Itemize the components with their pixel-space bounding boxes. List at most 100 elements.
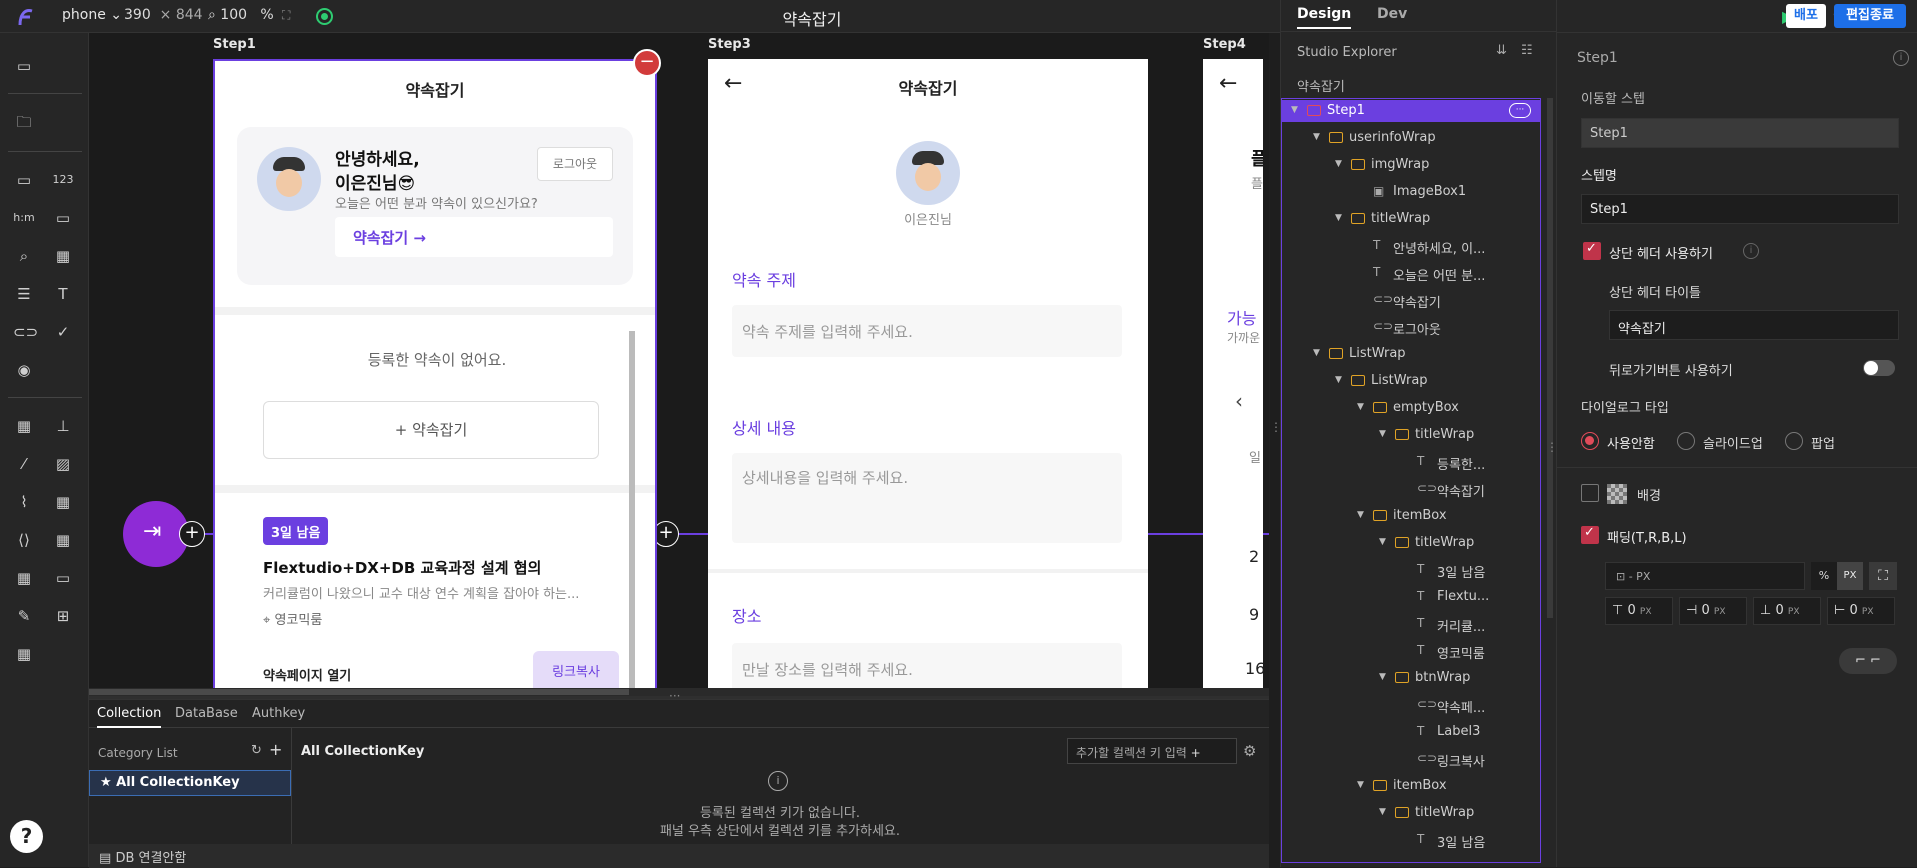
tree-item-text[interactable]: T Label3 (1281, 721, 1541, 743)
scrollbar[interactable] (629, 331, 635, 696)
background-checkbox[interactable] (1581, 484, 1599, 502)
number-icon[interactable]: 123 (52, 169, 74, 191)
more-options-icon[interactable]: ··· (1509, 103, 1531, 118)
collection-key-input[interactable]: 추가할 컬렉션 키 입력 + (1067, 738, 1237, 764)
paint-format-icon[interactable]: ⌐ ⌐ (1839, 648, 1897, 674)
remove-step-button[interactable]: − (633, 49, 661, 77)
chevron-down-icon[interactable]: ▼ (1379, 429, 1386, 439)
header-title-input[interactable]: 약속잡기 (1609, 310, 1899, 340)
padding-all-input[interactable]: ⊡ - PX (1605, 562, 1805, 590)
chevron-down-icon[interactable]: ▼ (1357, 402, 1364, 412)
chevron-down-icon[interactable]: ▼ (1335, 375, 1342, 385)
input-icon[interactable]: ▭ (13, 169, 35, 191)
tab-database[interactable]: DataBase (175, 706, 238, 721)
chevron-down-icon[interactable]: ▼ (1357, 780, 1364, 790)
topic-input[interactable]: 약속 주제를 입력해 주세요. (732, 305, 1122, 357)
date-cell[interactable]: 16 (1245, 659, 1263, 678)
step3-screen[interactable]: ← 약속잡기 이은진님 약속 주제 약속 주제를 입력해 주세요. 상세 내용 … (708, 59, 1148, 696)
time-icon[interactable]: h:m (13, 207, 35, 229)
tree-item-link[interactable]: ⊂⊃ 로그아웃 (1281, 316, 1541, 338)
sign-icon[interactable]: ✎ (13, 605, 35, 627)
use-back-toggle[interactable] (1863, 360, 1895, 376)
stamp-icon[interactable]: ⊥ (52, 415, 74, 437)
back-arrow-icon[interactable]: ← (1219, 71, 1237, 96)
code-icon[interactable]: ⟨⟩ (13, 529, 35, 551)
refresh-icon[interactable]: ↻ (251, 743, 262, 758)
tree-item-text[interactable]: T 3일 남음 (1281, 559, 1541, 581)
checkbox-icon[interactable]: ✓ (52, 321, 74, 343)
panel-resize-handle[interactable]: ⋮ (1270, 420, 1282, 434)
tree-item-folder[interactable]: ▼ titleWrap (1281, 208, 1541, 230)
table-settings-icon[interactable]: ▦ (13, 567, 35, 589)
add-step-button[interactable]: + (179, 521, 205, 547)
folder-icon[interactable]: 🗀 (13, 111, 35, 133)
tree-item-folder[interactable]: ▼ itemBox (1281, 505, 1541, 527)
chevron-down-icon[interactable]: ▼ (1313, 348, 1320, 358)
text-icon[interactable]: T (52, 283, 74, 305)
step-name-input[interactable]: Step1 (1581, 194, 1899, 224)
tree-item-link[interactable]: ⊂⊃ 약속잡기 (1281, 289, 1541, 311)
dialog-popup-radio[interactable] (1785, 432, 1803, 450)
chevron-down-icon[interactable]: ▼ (1379, 672, 1386, 682)
chevron-down-icon[interactable]: ▼ (1357, 510, 1364, 520)
tab-design[interactable]: Design (1297, 6, 1352, 29)
tree-item-folder[interactable]: ▼ itemBox (1281, 775, 1541, 797)
chevron-down-icon[interactable]: ▼ (1379, 537, 1386, 547)
tab-dev[interactable]: Dev (1377, 6, 1407, 22)
tab-collection[interactable]: Collection (97, 706, 162, 728)
settings-icon[interactable]: ⚙ (1243, 742, 1256, 760)
schedule-icon[interactable]: ▦ (52, 491, 74, 513)
tree-item-text[interactable]: T 등록한... (1281, 451, 1541, 473)
help-icon[interactable]: ? (10, 820, 43, 853)
chevron-down-icon[interactable]: ▼ (1291, 105, 1298, 115)
collapse-all-icon[interactable]: ⇊ (1496, 43, 1507, 58)
tree-icon[interactable]: ⊞ (52, 605, 74, 627)
tree-item-link[interactable]: ⊂⊃ 링크복사 (1281, 748, 1541, 770)
date-icon[interactable]: ▦ (13, 415, 35, 437)
tree-item-step[interactable]: ▼ Step1 ··· (1281, 100, 1541, 122)
line-icon[interactable]: ⁄ (13, 453, 35, 475)
padding-top-input[interactable]: ⊤ 0 PX (1605, 597, 1673, 625)
tree-item-folder[interactable]: ▼ titleWrap (1281, 532, 1541, 554)
attach-icon[interactable]: ⌇ (13, 491, 35, 513)
textarea-icon[interactable]: ☰ (13, 283, 35, 305)
expand-all-icon[interactable]: ☷ (1521, 43, 1533, 58)
tree-item-folder[interactable]: ▼ titleWrap (1281, 802, 1541, 824)
open-page-link[interactable]: 약속페이지 열기 (263, 665, 351, 684)
tree-item-folder[interactable]: ▼ userinfoWrap (1281, 127, 1541, 149)
add-appointment-button[interactable]: + 약속잡기 (263, 401, 599, 459)
detail-input[interactable]: 상세내용을 입력해 주세요. (732, 453, 1122, 543)
dialog-none-radio[interactable] (1581, 432, 1599, 450)
tree-item-text[interactable]: T 영코믹룸 (1281, 640, 1541, 662)
all-collection-key-item[interactable]: ★ All CollectionKey (89, 770, 291, 796)
exit-edit-button[interactable]: 편집종료 (1834, 4, 1906, 28)
tree-item-folder[interactable]: ▼ imgWrap (1281, 154, 1541, 176)
tree-item-text[interactable]: T 오늘은 어떤 분... (1281, 262, 1541, 284)
image-icon[interactable]: ▨ (52, 453, 74, 475)
unit-px-button[interactable]: PX (1837, 562, 1863, 590)
padding-checkbox[interactable] (1581, 525, 1599, 544)
date-cell[interactable]: 9 (1249, 605, 1259, 624)
tree-item-link[interactable]: ⊂⊃ 약속페... (1281, 694, 1541, 716)
chevron-left-icon[interactable]: ‹ (1235, 389, 1243, 413)
panel-resize-handle[interactable]: ⋮ (1546, 440, 1558, 454)
select-icon[interactable]: ▭ (52, 207, 74, 229)
step1-screen[interactable]: 약속잡기 안녕하세요, 이은진님😎 오늘은 어떤 분과 약속이 있으신가요? 로… (213, 59, 657, 696)
add-category-icon[interactable]: + (269, 740, 282, 759)
tree-item-folder[interactable]: ▼ btnWrap (1281, 667, 1541, 689)
chevron-down-icon[interactable]: ▼ (1335, 159, 1342, 169)
logout-button[interactable]: 로그아웃 (537, 147, 613, 181)
calendar-icon[interactable]: ▦ (52, 245, 74, 267)
tree-item-text[interactable]: T Flextu... (1281, 586, 1541, 608)
tree-item-folder[interactable]: ▼ titleWrap (1281, 424, 1541, 446)
event-icon[interactable]: ▦ (52, 529, 74, 551)
tree-item-text[interactable]: T 커리큘... (1281, 613, 1541, 635)
make-appointment-button[interactable]: 약속잡기 → (335, 217, 613, 257)
chevron-down-icon[interactable]: ▼ (1335, 213, 1342, 223)
padding-expand-icon[interactable]: ⛶ (1869, 562, 1897, 590)
transparent-swatch-icon[interactable] (1607, 484, 1627, 504)
step4-screen[interactable]: ← 플 플 가능 가까운 ‹ 일 2 9 16 (1203, 59, 1263, 696)
tree-scrollbar[interactable] (1547, 98, 1553, 618)
tab-authkey[interactable]: Authkey (252, 706, 305, 721)
tree-item-link[interactable]: ⊂⊃ 약속잡기 (1281, 478, 1541, 500)
